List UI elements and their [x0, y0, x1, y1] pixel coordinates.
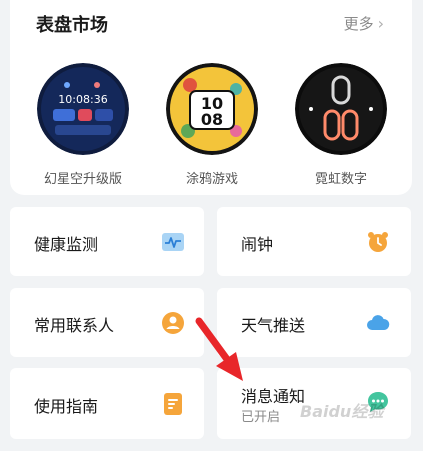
watch-face-graffiti[interactable]: 10 08 [166, 63, 258, 155]
tile-contacts-label: 常用联系人 [34, 316, 115, 335]
watch-face-galaxy[interactable]: 10:08:36 [37, 63, 129, 155]
chevron-right-icon: › [377, 14, 384, 33]
tile-weather-label: 天气推送 [241, 316, 306, 335]
tile-weather-push[interactable]: 天气推送 [217, 288, 411, 357]
heart-rate-icon [162, 233, 184, 251]
market-title: 表盘市场 [36, 15, 108, 36]
watch-1-time: 10:08:36 [58, 93, 107, 106]
alarm-clock-icon [368, 232, 388, 252]
more-link[interactable]: 更多 › [344, 13, 384, 34]
watch-2-label: 涂鸦游戏 [185, 172, 238, 187]
document-icon [164, 393, 182, 415]
cloud-icon [367, 315, 390, 330]
tile-alarm-label: 闹钟 [241, 235, 274, 254]
tile-health-monitoring[interactable]: 健康监测 [10, 207, 204, 276]
watch-1-label: 幻星空升级版 [43, 172, 122, 187]
tile-health-label: 健康监测 [34, 235, 99, 254]
watch-3-label: 霓虹数字 [314, 172, 367, 187]
svg-text:08: 08 [201, 110, 223, 129]
tile-notifications-status: 已开启 [241, 410, 281, 425]
tile-frequent-contacts[interactable]: 常用联系人 [10, 288, 204, 357]
tile-alarm[interactable]: 闹钟 [217, 207, 411, 276]
tile-user-guide[interactable]: 使用指南 [10, 368, 204, 439]
more-label: 更多 [343, 15, 374, 33]
baidu-watermark: Baidu经验 [300, 402, 384, 421]
watch-face-neon[interactable] [295, 63, 387, 155]
watch-face-market-card: 表盘市场 更多 › 10:08:36 幻星空升级版 10 08 涂鸦游戏 霓虹数… [10, 0, 412, 195]
tile-guide-label: 使用指南 [34, 397, 99, 416]
person-icon [162, 312, 184, 334]
tile-notifications-label: 消息通知 [241, 387, 306, 406]
